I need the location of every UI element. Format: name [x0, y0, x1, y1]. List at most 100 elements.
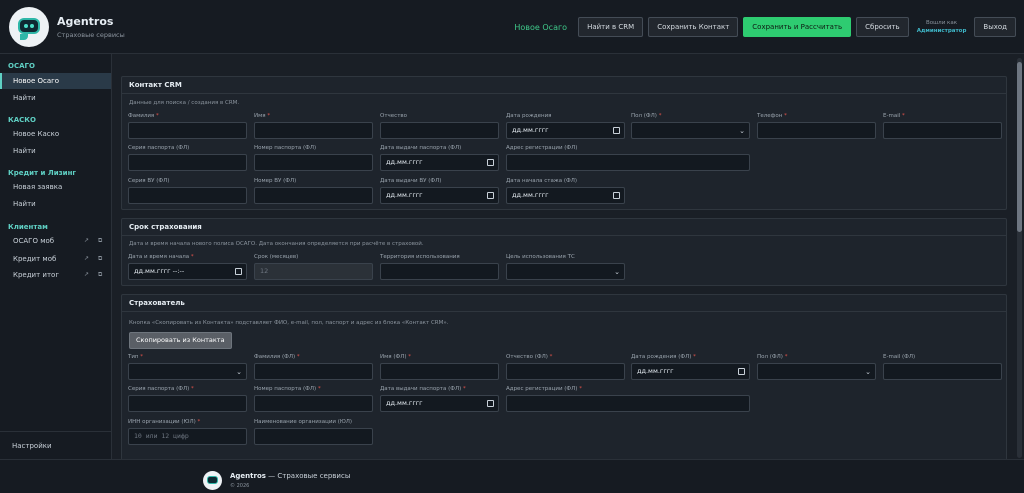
crm-phone-input[interactable] [757, 122, 876, 139]
app-root: Agentros Страховые сервисы Новое Осаго Н… [0, 0, 1024, 493]
crm-name-label: Имя [254, 113, 266, 119]
footer-logo-icon [203, 471, 222, 490]
sidebar-item-settings[interactable]: Настройки [0, 431, 111, 459]
crm-email-input[interactable] [883, 122, 1002, 139]
save-and-calculate-button[interactable]: Сохранить и Рассчитать [743, 17, 852, 37]
sidebar-item-new-kasko[interactable]: Новое Каско [0, 126, 111, 142]
copy-icon[interactable]: ⧉ [98, 267, 102, 283]
footer: Agentros — Страховые сервисы © 2026 [0, 459, 1024, 493]
insurer-gender-group: Пол (ФЛ) * ⌄ [757, 354, 876, 380]
crm-card-note: Данные для поиска / создания в CRM. [129, 100, 240, 106]
crm-gender-label: Пол (ФЛ) [631, 113, 657, 119]
brand-subtitle: Страховые сервисы [57, 30, 125, 39]
sidebar-item-label: ОСАГО моб [13, 237, 55, 245]
main-scrollbar[interactable] [1017, 58, 1022, 458]
brand: Agentros Страховые сервисы [57, 15, 125, 39]
crm-surname-input[interactable] [128, 122, 247, 139]
insurer-gender-select[interactable]: ⌄ [757, 363, 876, 380]
insurer-reg-address-input[interactable] [506, 395, 750, 412]
insurer-org-name-input[interactable] [254, 428, 373, 445]
crm-surname-group: Фамилия * [128, 113, 247, 139]
insurer-email-input[interactable] [883, 363, 1002, 380]
term-purpose-select[interactable]: ⌄ [506, 263, 625, 280]
crm-license-number-label: Номер ВУ (ФЛ) [254, 178, 297, 184]
crm-name-input[interactable] [254, 122, 373, 139]
crm-license-date-input[interactable]: дд.мм.гггг [380, 187, 499, 204]
user-name: Администратор [916, 28, 967, 34]
crm-passport-number-group: Номер паспорта (ФЛ) [254, 145, 373, 171]
footer-tagline: — Страховые сервисы [265, 472, 351, 480]
sidebar-item-credit-mob[interactable]: Кредит моб ↗ ⧉ [0, 251, 111, 267]
sidebar-item-find-osago[interactable]: Найти [0, 90, 111, 106]
term-start-input[interactable]: дд.мм.гггг --:-- [128, 263, 247, 280]
copy-icon[interactable]: ⧉ [98, 233, 102, 249]
insurer-inn-input[interactable]: 10 или 12 цифр [128, 428, 247, 445]
calendar-icon[interactable] [738, 368, 745, 375]
crm-license-series-label: Серия ВУ (ФЛ) [128, 178, 170, 184]
crm-patronymic-input[interactable] [380, 122, 499, 139]
chevron-down-icon: ⌄ [236, 368, 242, 376]
crm-license-series-group: Серия ВУ (ФЛ) [128, 178, 247, 204]
external-link-icon[interactable]: ↗ [84, 267, 89, 283]
header-actions: Новое Осаго Найти в CRM Сохранить Контак… [514, 17, 1016, 37]
crm-name-group: Имя * [254, 113, 373, 139]
insurer-birth-date-input[interactable]: дд.мм.гггг [631, 363, 750, 380]
insurer-patronymic-input[interactable] [506, 363, 625, 380]
sidebar-item-new-request[interactable]: Новая заявка [0, 179, 111, 195]
sidebar-item-new-osago[interactable]: Новое Осаго [0, 73, 111, 89]
sidebar-section-clients: Клиентам [8, 223, 48, 231]
insurer-birth-date-group: Дата рождения (ФЛ) * дд.мм.гггг [631, 354, 750, 380]
insurer-inn-group: ИНН организации (ЮЛ) * 10 или 12 цифр [128, 419, 247, 445]
find-in-crm-button[interactable]: Найти в CRM [578, 17, 644, 37]
term-territory-input[interactable] [380, 263, 499, 280]
crm-reg-address-input[interactable] [506, 154, 750, 171]
crm-license-series-input[interactable] [128, 187, 247, 204]
crm-birth-date-input[interactable]: дд.мм.гггг [506, 122, 625, 139]
calendar-icon[interactable] [235, 268, 242, 275]
calendar-icon[interactable] [613, 127, 620, 134]
calendar-icon[interactable] [487, 192, 494, 199]
insurer-passport-date-input[interactable]: дд.мм.гггг [380, 395, 499, 412]
insurer-passport-number-input[interactable] [254, 395, 373, 412]
save-contact-button[interactable]: Сохранить Контакт [648, 17, 739, 37]
crm-license-number-input[interactable] [254, 187, 373, 204]
sidebar-item-find-credit[interactable]: Найти [0, 196, 111, 212]
insurer-surname-input[interactable] [254, 363, 373, 380]
insurer-name-group: Имя (ФЛ) * [380, 354, 499, 380]
date-placeholder: дд.мм.гггг [512, 191, 549, 199]
copy-icon[interactable]: ⧉ [98, 251, 102, 267]
logo-icon[interactable] [9, 6, 49, 47]
sidebar-section-kasko: КАСКО [8, 116, 36, 124]
crm-experience-date-input[interactable]: дд.мм.гггг [506, 187, 625, 204]
copy-from-contact-button[interactable]: Скопировать из Контакта [129, 332, 232, 349]
crm-reg-address-group: Адрес регистрации (ФЛ) [506, 145, 750, 171]
term-territory-group: Территория использования [380, 254, 499, 280]
crm-experience-date-label: Дата начала стажа (ФЛ) [506, 178, 578, 184]
insurer-passport-series-input[interactable] [128, 395, 247, 412]
external-link-icon[interactable]: ↗ [84, 251, 89, 267]
sidebar-item-label: Кредит моб [13, 255, 57, 263]
crm-passport-series-input[interactable] [128, 154, 247, 171]
crm-passport-date-input[interactable]: дд.мм.гггг [380, 154, 499, 171]
insurer-gender-label: Пол (ФЛ) [757, 354, 783, 360]
date-placeholder: дд.мм.гггг [386, 191, 423, 199]
reset-button[interactable]: Сбросить [856, 17, 909, 37]
sidebar-item-credit-total[interactable]: Кредит итог ↗ ⧉ [0, 267, 111, 283]
crm-passport-number-input[interactable] [254, 154, 373, 171]
date-placeholder: дд.мм.гггг [386, 158, 423, 166]
calendar-icon[interactable] [487, 400, 494, 407]
external-link-icon[interactable]: ↗ [84, 233, 89, 249]
sidebar-item-osago-mob[interactable]: ОСАГО моб ↗ ⧉ [0, 233, 111, 249]
logout-button[interactable]: Выход [974, 17, 1016, 37]
datetime-placeholder: дд.мм.гггг --:-- [134, 267, 185, 275]
calendar-icon[interactable] [613, 192, 620, 199]
scrollbar-thumb[interactable] [1017, 62, 1022, 232]
insurer-type-select[interactable]: ⌄ [128, 363, 247, 380]
crm-gender-select[interactable]: ⌄ [631, 122, 750, 139]
sidebar-item-find-kasko[interactable]: Найти [0, 143, 111, 159]
insurer-name-input[interactable] [380, 363, 499, 380]
term-card-note: Дата и время начала нового полиса ОСАГО.… [129, 241, 424, 247]
new-osago-link[interactable]: Новое Осаго [514, 23, 567, 32]
calendar-icon[interactable] [487, 159, 494, 166]
insurer-card-title: Страхователь [122, 295, 1006, 312]
